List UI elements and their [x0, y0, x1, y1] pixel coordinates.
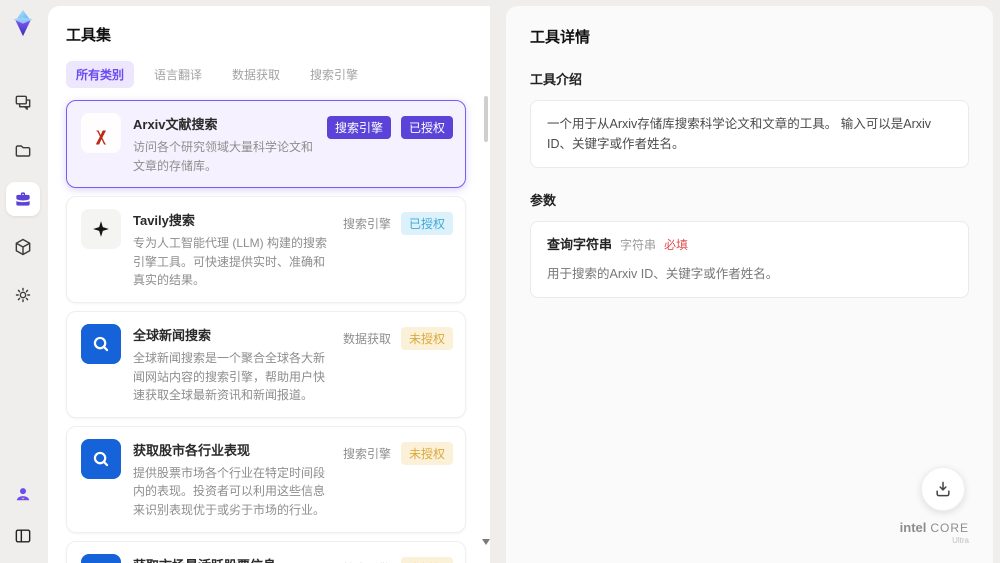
status-badge: 未授权 [400, 441, 453, 465]
tool-card-sector-performance[interactable]: 获取股市各行业表现 提供股票市场各个行业在特定时间段内的表现。投资者可以利用这些… [66, 425, 466, 533]
tab-data-acquisition[interactable]: 数据获取 [222, 61, 290, 88]
scroll-down-arrow-icon[interactable] [482, 539, 490, 545]
tool-description: 提供股票市场各个行业在特定时间段内的表现。投资者可以利用这些信息来识别表现优于或… [133, 465, 326, 517]
page-title: 工具集 [66, 27, 112, 44]
tool-list-panel: 工具集 所有类别 语言翻译 数据获取 搜索引擎 χ Arxiv文献搜索 访问各个… [48, 6, 490, 563]
tool-detail-panel: 工具详情 工具介绍 一个用于从Arxiv存储库搜索科学论文和文章的工具。 输入可… [506, 6, 993, 563]
tool-description: 全球新闻搜索是一个聚合全球各大新闻网站内容的搜索引擎，帮助用户快速获取全球最新资… [133, 350, 326, 403]
category-tabs: 所有类别 语言翻译 数据获取 搜索引擎 [66, 61, 478, 88]
intel-core-logo: intel CORE Ultra [900, 521, 969, 545]
tool-card-global-news[interactable]: 全球新闻搜索 全球新闻搜索是一个聚合全球各大新闻网站内容的搜索引擎，帮助用户快速… [66, 310, 466, 418]
brand-intel: intel [899, 520, 927, 535]
arxiv-logo-icon: χ [81, 113, 121, 153]
tool-name: Tavily搜索 [133, 213, 195, 229]
category-label: 搜索引擎 [343, 560, 391, 563]
tool-list: χ Arxiv文献搜索 访问各个研究领域大量科学论文和文章的存储库。 搜索引擎 … [66, 100, 478, 563]
sidebar-rail [0, 0, 46, 563]
chat-icon [15, 95, 31, 110]
sparkle-star-icon [81, 209, 121, 250]
tool-card-tavily[interactable]: Tavily搜索 专为人工智能代理 (LLM) 构建的搜索引擎工具。可快速提供实… [66, 196, 466, 303]
tool-name: Arxiv文献搜索 [133, 117, 218, 132]
scrollbar-thumb[interactable] [484, 96, 488, 142]
app-logo[interactable] [8, 8, 38, 38]
tab-all-categories[interactable]: 所有类别 [66, 61, 135, 88]
status-badge: 已授权 [400, 116, 453, 139]
tool-name: 获取股市各行业表现 [133, 442, 251, 458]
sidebar-item-profile[interactable] [6, 477, 40, 511]
blue-search-icon [81, 553, 121, 563]
tab-search-engine[interactable]: 搜索引擎 [300, 61, 368, 88]
brand-core: CORE [930, 521, 969, 535]
parameter-name: 查询字符串 [547, 237, 613, 252]
parameter-type: 字符串 [620, 238, 657, 252]
folder-icon [15, 145, 31, 157]
tab-language-translation[interactable]: 语言翻译 [144, 61, 212, 88]
cube-icon [15, 238, 31, 256]
scrollbar[interactable] [482, 90, 490, 559]
intro-heading: 工具介绍 [530, 72, 583, 87]
category-label: 搜索引擎 [342, 446, 391, 461]
tool-card-most-active-stocks[interactable]: 获取市场最活跃股票信息 提供当天交易量最高的股票列表，投资者可以利用这些信息来识… [66, 540, 466, 563]
tool-description: 专为人工智能代理 (LLM) 构建的搜索引擎工具。可快速提供实时、准确和真实的结… [133, 236, 328, 288]
detail-title: 工具详情 [530, 29, 591, 46]
status-badge: 未授权 [400, 326, 453, 350]
tool-card-arxiv[interactable]: χ Arxiv文献搜索 访问各个研究领域大量科学论文和文章的存储库。 搜索引擎 … [66, 100, 466, 189]
brand-ultra: Ultra [952, 536, 969, 545]
parameter-description: 用于搜索的Arxiv ID、关键字或作者姓名。 [547, 266, 779, 281]
sidebar-item-models[interactable] [6, 230, 40, 264]
collapse-panel-icon [15, 529, 31, 543]
tool-name: 获取市场最活跃股票信息 [133, 555, 331, 563]
blue-search-icon [81, 323, 121, 364]
avatar-icon [16, 488, 30, 501]
params-heading: 参数 [530, 193, 557, 208]
tool-name: 全球新闻搜索 [133, 327, 212, 343]
sidebar-item-tools[interactable] [6, 182, 40, 216]
status-badge: 已授权 [400, 212, 453, 236]
category-badge: 搜索引擎 [326, 116, 391, 139]
download-button[interactable] [921, 467, 965, 511]
sidebar-item-settings[interactable] [6, 278, 40, 312]
category-label: 数据获取 [342, 331, 391, 346]
sidebar-item-chat[interactable] [6, 86, 40, 120]
sidebar-item-files[interactable] [6, 134, 40, 168]
gear-icon [15, 287, 31, 303]
status-badge: 未授权 [400, 556, 453, 563]
toolbox-icon [16, 192, 30, 206]
category-label: 搜索引擎 [342, 217, 391, 232]
parameter-required-flag: 必填 [664, 238, 689, 252]
tool-description: 访问各个研究领域大量科学论文和文章的存储库。 [133, 140, 314, 173]
parameter-card: 查询字符串 字符串 必填 用于搜索的Arxiv ID、关键字或作者姓名。 [530, 221, 969, 298]
intro-text: 一个用于从Arxiv存储库搜索科学论文和文章的工具。 输入可以是Arxiv ID… [530, 100, 969, 168]
blue-search-icon [81, 438, 121, 479]
download-icon [936, 481, 950, 497]
sidebar-item-collapse[interactable] [6, 519, 40, 553]
